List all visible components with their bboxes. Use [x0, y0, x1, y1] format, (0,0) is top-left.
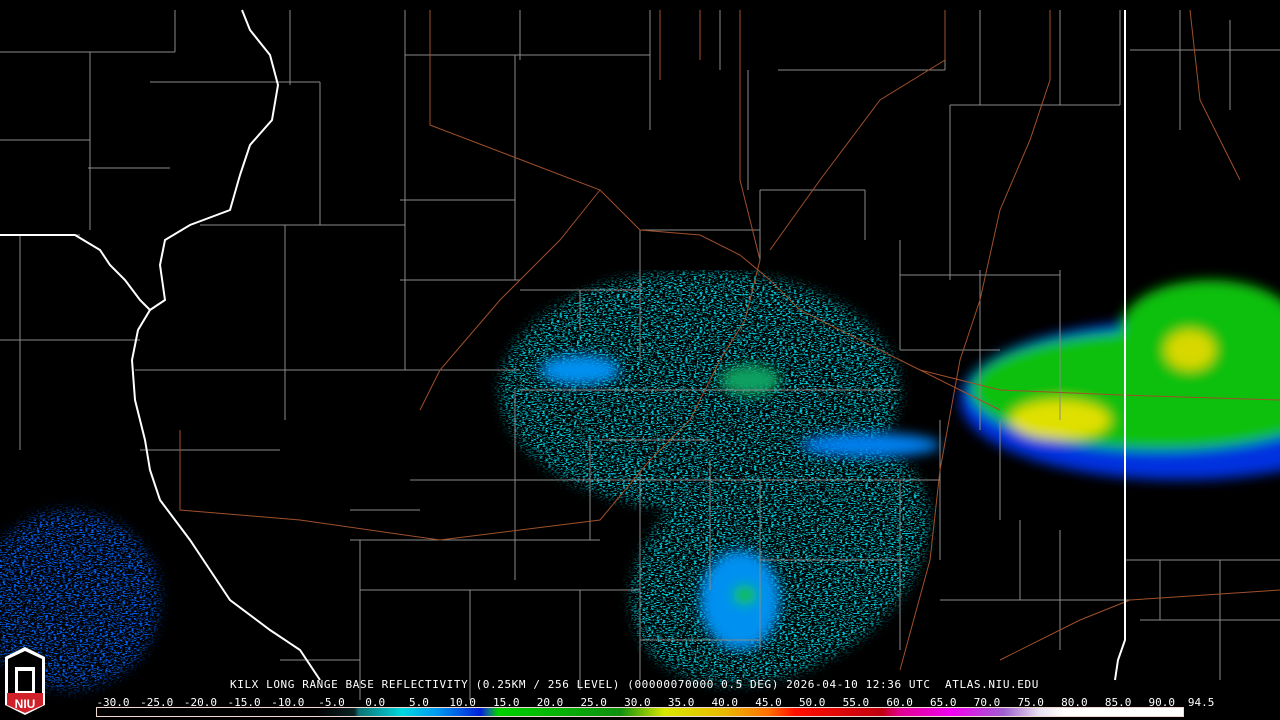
product-title: KILX LONG RANGE BASE REFLECTIVITY (0.25K…	[230, 678, 1039, 691]
colorbar-label: 10.0	[449, 696, 476, 709]
colorbar-label: 94.5	[1187, 696, 1215, 709]
colorbar-label: 70.0	[973, 696, 1001, 709]
colorbar-label: -25.0	[140, 696, 174, 709]
radar-map[interactable]	[0, 0, 1280, 720]
colorbar-label: 50.0	[798, 696, 826, 709]
colorbar-label: 5.0	[408, 696, 429, 709]
colorbar-label: 25.0	[580, 696, 607, 709]
colorbar-label: 75.0	[1017, 696, 1044, 709]
colorbar-label: 20.0	[536, 696, 564, 709]
colorbar-label: -10.0	[271, 696, 305, 709]
logo-text: NIU	[15, 697, 36, 711]
colorbar-label: 0.0	[365, 696, 386, 709]
colorbar-label: 55.0	[842, 696, 870, 709]
colorbar-label: -15.0	[227, 696, 261, 709]
colorbar-label: 60.0	[886, 696, 913, 709]
niu-logo: NIU	[3, 645, 47, 715]
colorbar-label: -5.0	[318, 696, 345, 709]
colorbar-label: 40.0	[711, 696, 739, 709]
colorbar-label: 30.0	[624, 696, 651, 709]
colorbar-label: -20.0	[183, 696, 217, 709]
colorbar-label: 45.0	[755, 696, 782, 709]
colorbar-label: -30.0	[96, 696, 130, 709]
colorbar-label: 80.0	[1061, 696, 1088, 709]
colorbar-label: 15.0	[493, 696, 520, 709]
colorbar-label: 35.0	[667, 696, 695, 709]
colorbar-label: 65.0	[930, 696, 957, 709]
colorbar-label: 85.0	[1104, 696, 1132, 709]
colorbar-label: 90.0	[1148, 696, 1176, 709]
